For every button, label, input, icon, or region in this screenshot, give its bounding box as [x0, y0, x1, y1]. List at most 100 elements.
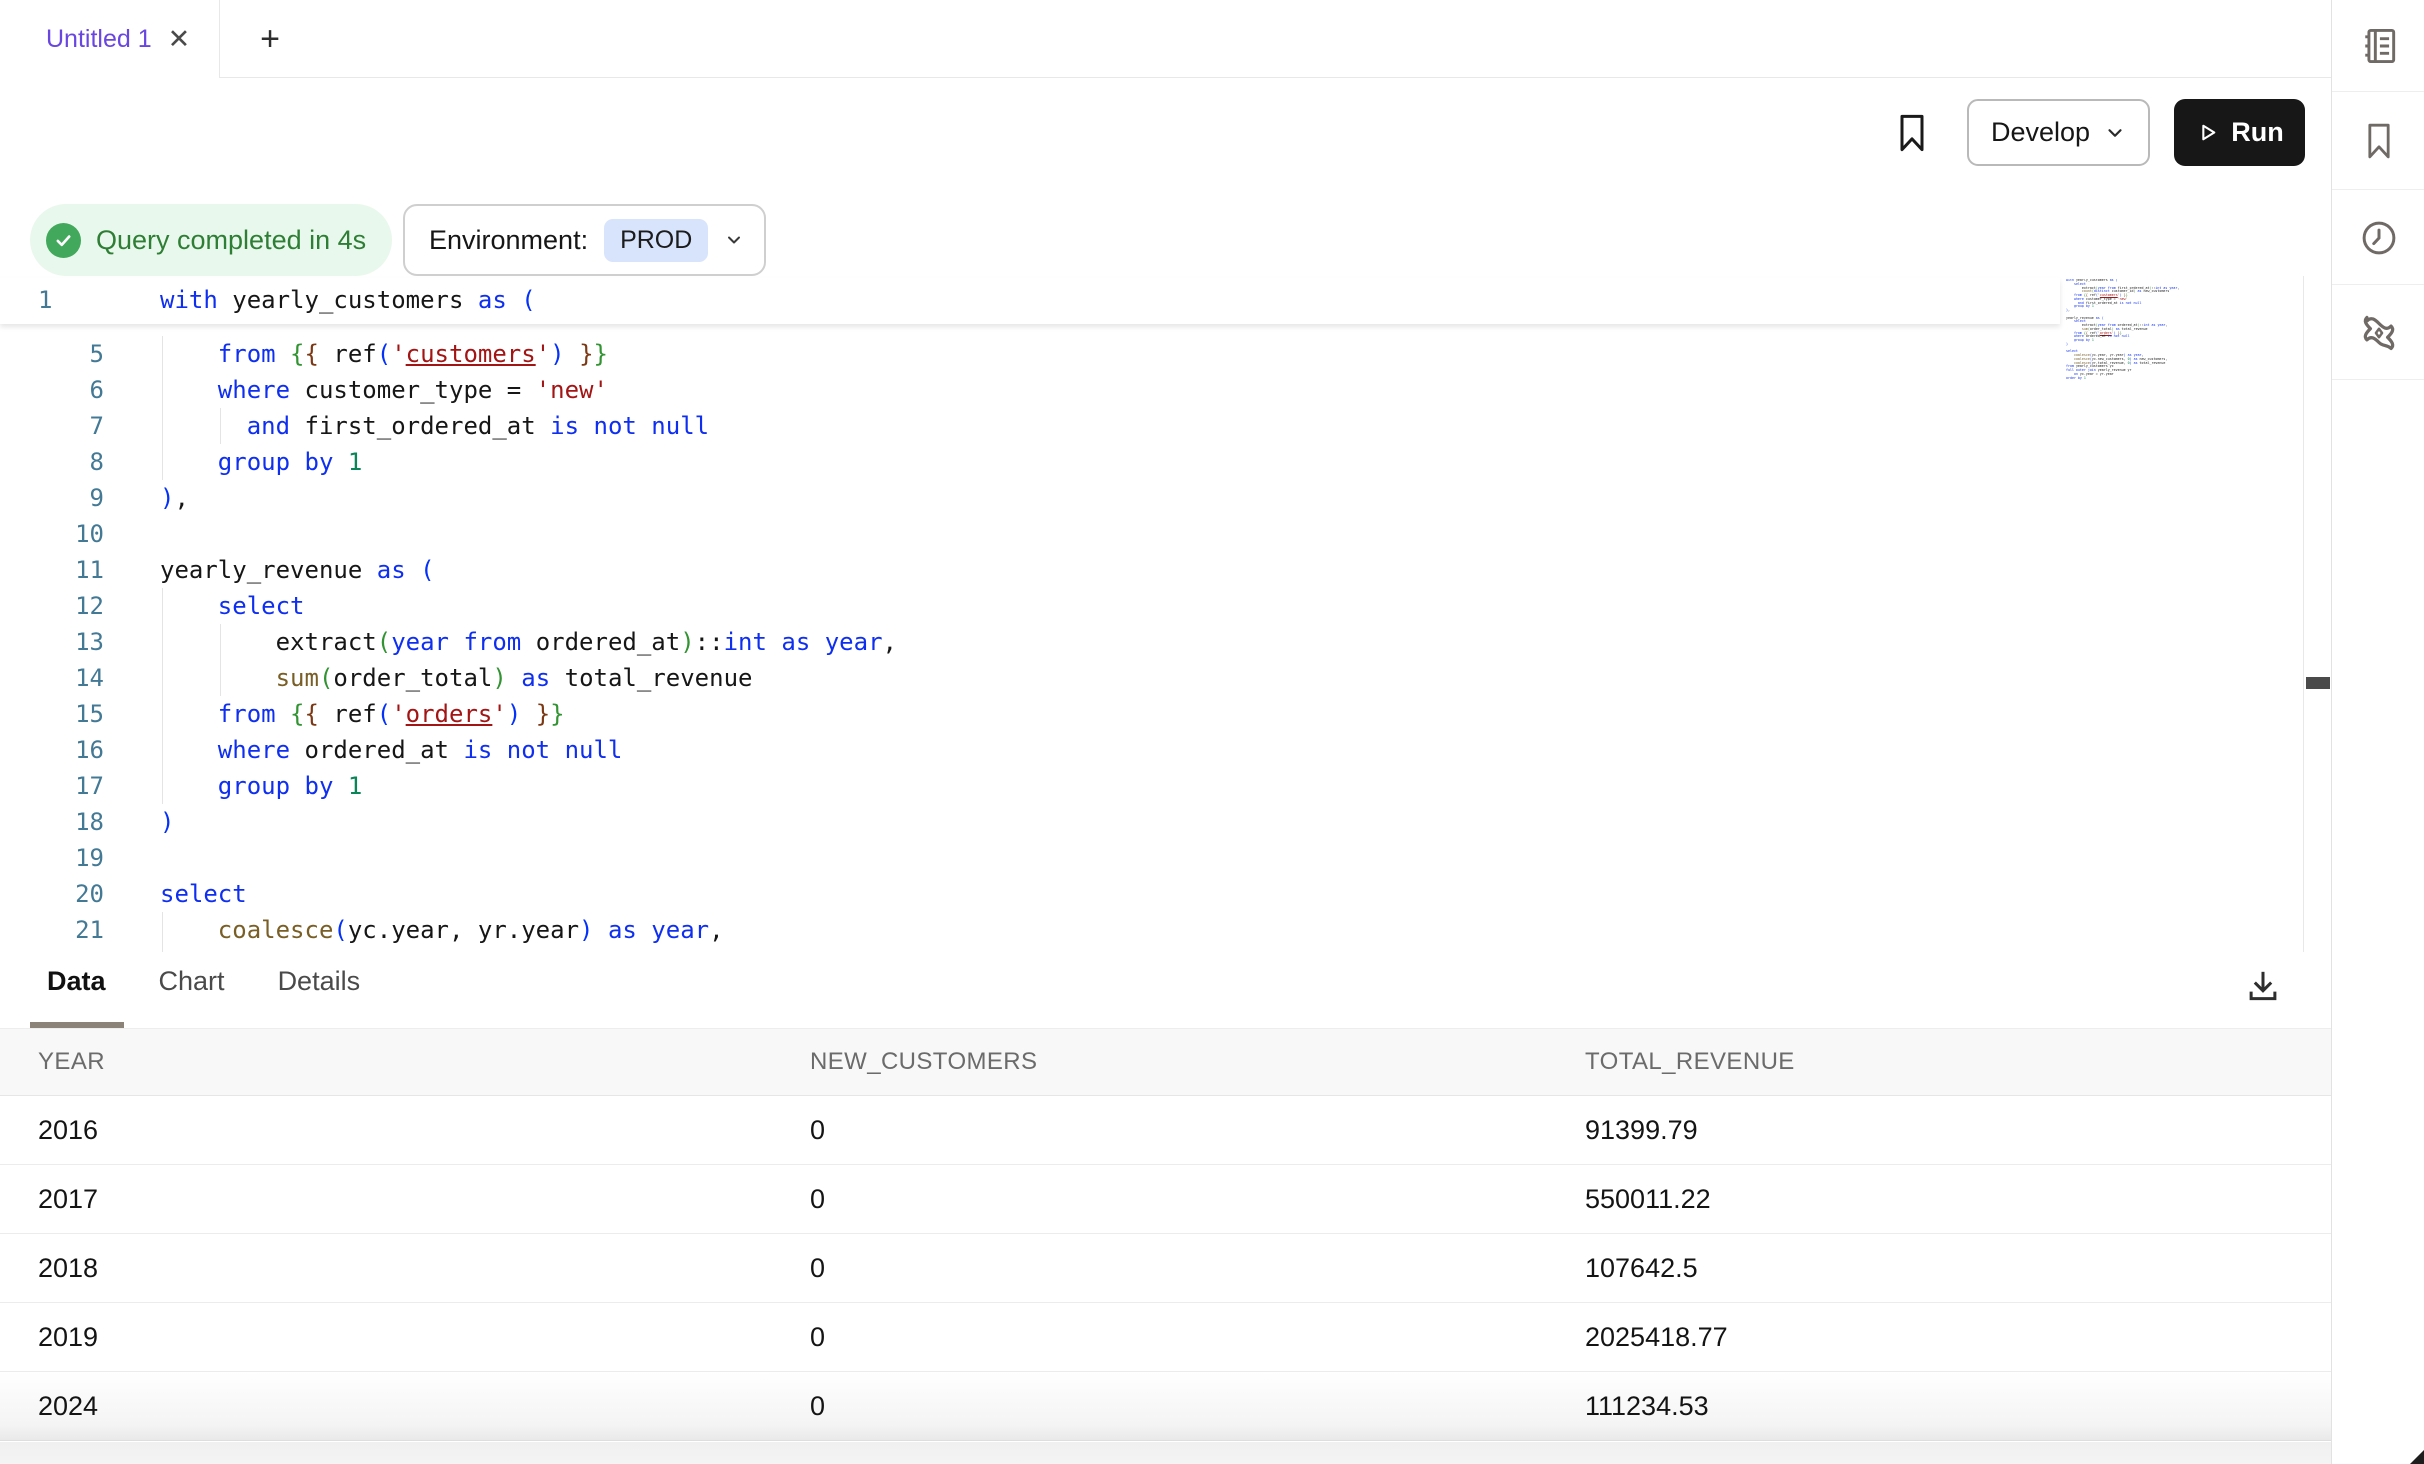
code-line-15[interactable]: 15 from {{ ref('orders') }} [0, 696, 2303, 732]
develop-dropdown[interactable]: Develop [1967, 99, 2150, 166]
token-b3: } [579, 340, 593, 368]
token-b1: ( [420, 556, 434, 584]
code-line-18[interactable]: 18) [0, 804, 2303, 840]
history-panel-button[interactable] [2332, 191, 2424, 285]
token-b1: ) [507, 700, 521, 728]
download-button[interactable] [2237, 960, 2289, 1012]
code-line-5[interactable]: 5 from {{ ref('customers') }} [0, 336, 2303, 372]
table-row-2016[interactable]: 2016091399.79 [0, 1096, 2331, 1165]
token-pl [593, 916, 607, 944]
code-text: select [160, 876, 247, 912]
token-pl [160, 916, 218, 944]
token-pl [160, 376, 218, 404]
line-number: 17 [0, 768, 104, 804]
code-line-9[interactable]: 9), [0, 480, 2303, 516]
bookmark-button[interactable] [1888, 108, 1936, 158]
tab-close-icon[interactable]: ✕ [168, 26, 191, 53]
table-cell: 2017 [38, 1184, 810, 1215]
code-text: yearly_revenue as ( [160, 552, 435, 588]
code-line-8[interactable]: 8 group by 1 [0, 444, 2303, 480]
token-b2: ( [377, 628, 391, 656]
token-kw: group by [218, 448, 334, 476]
line-number: 6 [0, 372, 104, 408]
token-pl: , [709, 916, 723, 944]
develop-label: Develop [1991, 117, 2090, 148]
code-line-6[interactable]: 6 where customer_type = 'new' [0, 372, 2303, 408]
tab-chart[interactable]: Chart [157, 966, 227, 997]
table-row-2024[interactable]: 20240111234.53 [0, 1372, 2331, 1441]
token-kw: as [608, 916, 637, 944]
token-kw: is not null [550, 412, 709, 440]
table-cell: 0 [810, 1391, 1585, 1422]
token-kw: group by [218, 772, 334, 800]
table-row-2017[interactable]: 20170550011.22 [0, 1165, 2331, 1234]
table-cell: 2025418.77 [1585, 1322, 2331, 1353]
sticky-scroll-line[interactable]: 1with yearly_customers as ( [0, 278, 2060, 324]
notebook-icon [2357, 24, 2401, 68]
code-text: and first_ordered_at is not null [160, 408, 709, 444]
code-line-17[interactable]: 17 group by 1 [0, 768, 2303, 804]
token-b1: ( [377, 700, 391, 728]
token-b1: ( [2102, 316, 2104, 320]
ref-link[interactable]: orders [406, 700, 493, 728]
code-line-12[interactable]: 12 select [0, 588, 2303, 624]
code-line-14[interactable]: 14 sum(order_total) as total_revenue [0, 660, 2303, 696]
notebook-panel-button[interactable] [2332, 0, 2424, 92]
table-cell: 111234.53 [1585, 1391, 2331, 1422]
table-cell: 0 [810, 1184, 1585, 1215]
environment-selector[interactable]: Environment: PROD [403, 204, 766, 276]
token-kw: as [478, 286, 507, 314]
lineage-panel-button[interactable] [2332, 286, 2424, 380]
editor-minimap[interactable]: with yearly_customers as ( select extrac… [2066, 279, 2246, 397]
token-pl [160, 340, 218, 368]
history-icon [2358, 217, 2400, 259]
tab-bar: Untitled 1 ✕ + [0, 0, 2331, 78]
new-tab-button[interactable]: + [240, 0, 300, 78]
code-text: where customer_type = 'new' [160, 372, 608, 408]
tab-details[interactable]: Details [276, 966, 363, 997]
code-line-10[interactable]: 10 [0, 516, 2303, 552]
tab-data[interactable]: Data [45, 966, 108, 997]
token-b2: { [290, 700, 304, 728]
token-fn: coalesce [218, 916, 334, 944]
column-header-new_customers: NEW_CUSTOMERS [810, 1048, 1585, 1076]
scrollbar-thumb[interactable] [2306, 677, 2330, 689]
tab-label: Untitled 1 [46, 25, 152, 54]
token-kw: select [160, 880, 247, 908]
token-fn: sum [276, 664, 319, 692]
table-row-2018[interactable]: 20180107642.5 [0, 1234, 2331, 1303]
token-pl: total_revenue [2120, 327, 2148, 331]
table-cell: 0 [810, 1253, 1585, 1284]
table-row-2019[interactable]: 201902025418.77 [0, 1303, 2331, 1372]
token-kw: with [160, 286, 218, 314]
code-text: sum(order_total) as total_revenue [160, 660, 752, 696]
code-line-19[interactable]: 19 [0, 840, 2303, 876]
token-kw: and [247, 412, 290, 440]
tab-untitled-1[interactable]: Untitled 1 ✕ [0, 0, 220, 78]
code-line-20[interactable]: 20select [0, 876, 2303, 912]
code-line-16[interactable]: 16 where ordered_at is not null [0, 732, 2303, 768]
code-text: ), [160, 480, 189, 516]
code-line-13[interactable]: 13 extract(year from ordered_at)::int as… [0, 624, 2303, 660]
line-number: 18 [0, 804, 104, 840]
token-pl [333, 772, 347, 800]
code-editor[interactable]: 5 from {{ ref('customers') }}6 where cus… [0, 276, 2303, 956]
code-text: select [160, 588, 305, 624]
table-cell: 0 [810, 1115, 1585, 1146]
token-kw: from [463, 628, 521, 656]
token-pl: yearly_customers [218, 286, 478, 314]
code-line-11[interactable]: 11yearly_revenue as ( [0, 552, 2303, 588]
editor-scrollbar[interactable] [2303, 276, 2331, 956]
bookmarks-panel-button[interactable] [2332, 93, 2424, 190]
token-kw: group by [2074, 304, 2090, 308]
token-kw: where [218, 736, 290, 764]
ref-link[interactable]: customers [406, 340, 536, 368]
code-line-21[interactable]: 21 coalesce(yc.year, yr.year) as year, [0, 912, 2303, 948]
run-button[interactable]: Run [2174, 99, 2305, 166]
token-pl: :: [695, 628, 724, 656]
token-pl [565, 340, 579, 368]
code-line-7[interactable]: 7 and first_ordered_at is not null [0, 408, 2303, 444]
query-status-badge: Query completed in 4s [30, 204, 392, 276]
line-number: 8 [0, 444, 104, 480]
table-header-row: YEARNEW_CUSTOMERSTOTAL_REVENUE [0, 1029, 2331, 1096]
